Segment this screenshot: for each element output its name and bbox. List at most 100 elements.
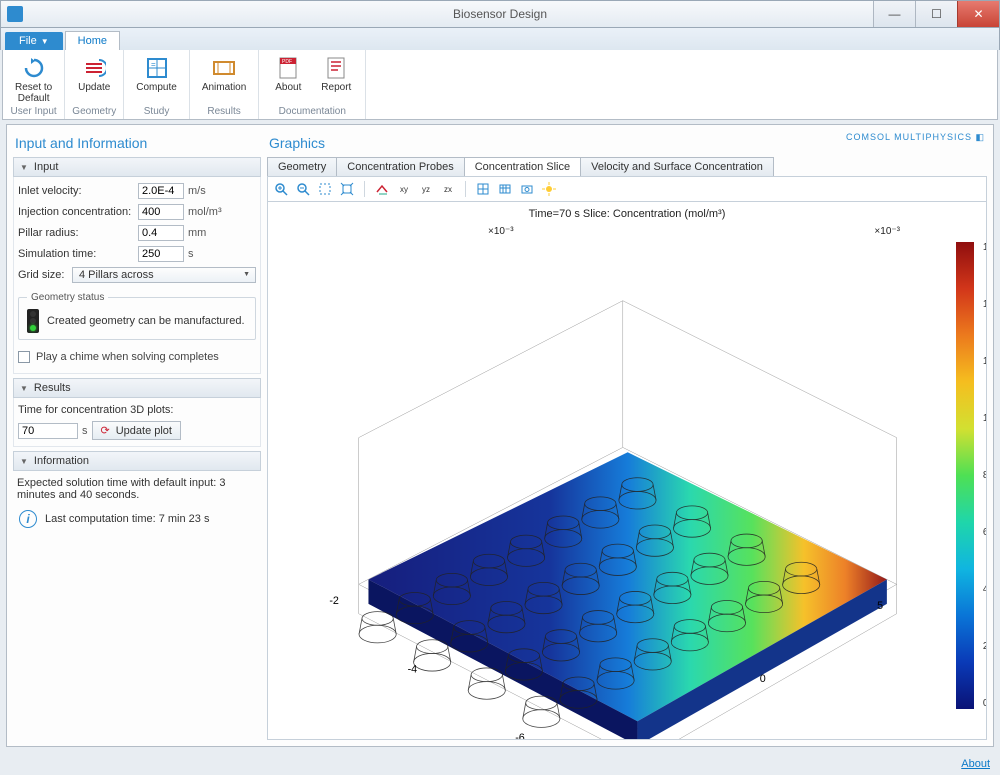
grid-size-select[interactable]: 4 Pillars across (72, 267, 256, 283)
compute-label: Compute (136, 82, 177, 93)
ribbon-tab-row: File ▼ Home (0, 28, 1000, 50)
svg-text:PDF: PDF (282, 59, 292, 65)
about-link[interactable]: About (961, 758, 990, 770)
inlet-velocity-input[interactable] (138, 183, 184, 199)
tab-concentration-probes[interactable]: Concentration Probes (336, 157, 463, 177)
section-info-body: Expected solution time with default inpu… (13, 471, 261, 538)
injection-conc-input[interactable] (138, 204, 184, 220)
sim-time-input[interactable] (138, 246, 184, 262)
expected-solution-text: Expected solution time with default inpu… (17, 477, 257, 501)
zoom-box-icon[interactable] (316, 180, 334, 198)
section-results-head[interactable]: ▼ Results (13, 378, 261, 398)
view-zx-icon[interactable]: zx (439, 180, 457, 198)
section-input-label: Input (34, 161, 58, 173)
light-icon[interactable] (540, 180, 558, 198)
chime-label: Play a chime when solving completes (36, 351, 219, 363)
compute-icon: = (145, 56, 169, 80)
chime-checkbox[interactable] (18, 351, 30, 363)
close-button[interactable]: ✕ (957, 1, 999, 27)
graphics-panel: Graphics COMSOL MULTIPHYSICS ◧ Geometry … (267, 131, 987, 740)
pillar-radius-unit: mm (188, 227, 206, 239)
animation-label: Animation (202, 82, 246, 93)
traffic-light-icon (27, 309, 39, 333)
section-input-body: Inlet velocity: m/s Injection concentrat… (13, 177, 261, 374)
pillar-radius-label: Pillar radius: (18, 227, 134, 239)
app-icon (7, 6, 23, 22)
injection-conc-label: Injection concentration: (18, 206, 134, 218)
cube-icon: ◧ (975, 132, 985, 142)
update-icon (82, 56, 106, 80)
update-plot-button[interactable]: ⟳ Update plot (92, 421, 181, 440)
report-button[interactable]: Report (313, 54, 359, 95)
grid-icon[interactable] (474, 180, 492, 198)
section-input-head[interactable]: ▼ Input (13, 157, 261, 177)
tab-home[interactable]: Home (65, 31, 120, 50)
plot-area[interactable]: Time=70 s Slice: Concentration (mol/m³) … (267, 202, 987, 740)
axis-tick: -2 (329, 595, 339, 607)
update-button[interactable]: Update (71, 54, 117, 95)
compute-button[interactable]: = Compute (130, 54, 183, 95)
colorbar-gradient (956, 242, 974, 709)
default-view-icon[interactable] (373, 180, 391, 198)
update-label: Update (78, 82, 110, 93)
camera-icon[interactable] (518, 180, 536, 198)
axis-tick: -6 (515, 732, 525, 740)
data-icon[interactable] (496, 180, 514, 198)
sim-time-unit: s (188, 248, 194, 260)
last-computation-text: Last computation time: 7 min 23 s (45, 513, 209, 525)
view-xy-icon[interactable]: xy (395, 180, 413, 198)
colorbar: 16 14 12 10 8 6 4 2 0 (956, 242, 974, 709)
zoom-out-icon[interactable] (294, 180, 312, 198)
section-info-head[interactable]: ▼ Information (13, 451, 261, 471)
tab-geometry[interactable]: Geometry (267, 157, 336, 177)
injection-conc-unit: mol/m³ (188, 206, 222, 218)
left-panel: Input and Information ▼ Input Inlet velo… (13, 131, 261, 740)
ribbon-group-results: Animation Results (190, 50, 259, 119)
tab-velocity-surface[interactable]: Velocity and Surface Concentration (580, 157, 774, 177)
minimize-button[interactable]: — (873, 1, 915, 27)
pillar-radius-input[interactable] (138, 225, 184, 241)
ribbon-group-study: = Compute Study (124, 50, 190, 119)
svg-text:=: = (151, 60, 156, 69)
axis-tick: 5 (877, 600, 883, 612)
pdf-icon: PDF (276, 56, 300, 80)
zoom-extents-icon[interactable] (338, 180, 356, 198)
info-icon: i (19, 510, 37, 528)
view-yz-icon[interactable]: yz (417, 180, 435, 198)
geometry-status-legend: Geometry status (27, 292, 108, 303)
about-button[interactable]: PDF About (265, 54, 311, 95)
group-label-geometry: Geometry (72, 106, 116, 117)
axis-tick: 0 (760, 673, 766, 685)
time-3d-input[interactable] (18, 423, 78, 439)
zoom-in-icon[interactable] (272, 180, 290, 198)
reset-icon (22, 56, 46, 80)
chevron-down-icon: ▼ (20, 384, 28, 393)
ribbon-group-geometry: Update Geometry (65, 50, 124, 119)
time-3d-label: Time for concentration 3D plots: (18, 404, 256, 416)
reset-to-default-button[interactable]: Reset to Default (9, 54, 58, 106)
report-label: Report (321, 82, 351, 93)
file-menu[interactable]: File ▼ (5, 32, 63, 50)
about-label: About (275, 82, 301, 93)
ribbon-group-documentation: PDF About Report Documentation (259, 50, 366, 119)
axis-exponent-left: ×10⁻³ (488, 226, 514, 237)
chevron-down-icon: ▼ (41, 37, 49, 46)
file-menu-label: File (19, 35, 37, 47)
section-info-label: Information (34, 455, 89, 467)
section-results-label: Results (34, 382, 71, 394)
titlebar: Biosensor Design — ☐ ✕ (0, 0, 1000, 28)
tab-concentration-slice[interactable]: Concentration Slice (464, 157, 580, 177)
axis-tick: -4 (408, 663, 418, 675)
brand-logo: COMSOL MULTIPHYSICS ◧ (846, 131, 987, 143)
section-results-body: Time for concentration 3D plots: s ⟳ Upd… (13, 398, 261, 447)
reset-label: Reset to Default (15, 82, 52, 104)
geometry-status-text: Created geometry can be manufactured. (47, 315, 245, 327)
animation-button[interactable]: Animation (196, 54, 252, 95)
sim-time-label: Simulation time: (18, 248, 134, 260)
update-plot-label: Update plot (116, 425, 172, 437)
plot-title: Time=70 s Slice: Concentration (mol/m³) (529, 208, 726, 220)
footer: About (0, 753, 1000, 775)
report-icon (324, 56, 348, 80)
maximize-button[interactable]: ☐ (915, 1, 957, 27)
group-label-documentation: Documentation (279, 106, 346, 117)
